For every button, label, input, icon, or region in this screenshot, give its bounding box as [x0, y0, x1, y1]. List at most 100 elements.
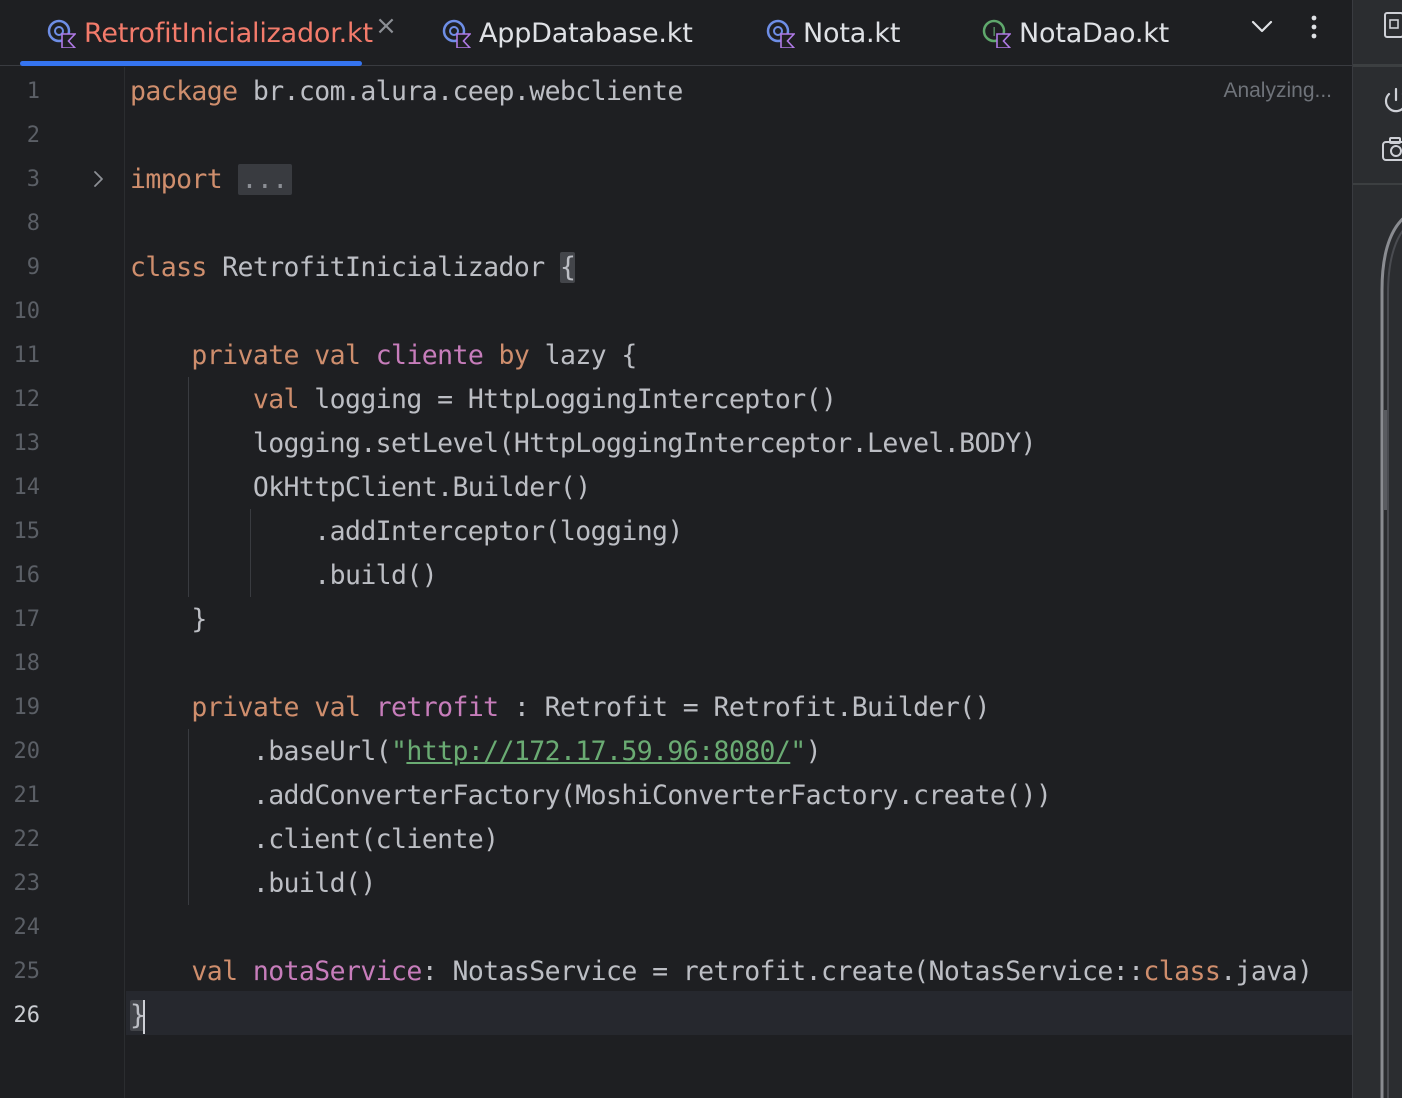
- keyword-val: val: [252, 384, 300, 415]
- power-icon[interactable]: [1379, 84, 1402, 118]
- keyword-package: package: [130, 76, 238, 107]
- line-number: 16: [13, 563, 41, 588]
- code-text: : Retrofit = Retrofit.Builder(): [498, 692, 991, 723]
- line-number: 21: [13, 783, 41, 808]
- line-number: 14: [13, 475, 41, 500]
- kotlin-file-icon: [766, 19, 795, 48]
- keyword-val: val: [314, 692, 361, 723]
- class-name: RetrofitInicializador: [206, 252, 560, 283]
- code-text: .build(): [314, 560, 438, 591]
- chevron-down-icon[interactable]: [1246, 12, 1278, 42]
- tab-label: AppDatabase.kt: [479, 17, 693, 49]
- line-number: 19: [13, 695, 41, 720]
- code-text: .addConverterFactory(MoshiConverterFacto…: [252, 780, 1052, 811]
- folded-imports[interactable]: ...: [237, 164, 292, 195]
- code-line-13: logging.setLevel(HttpLoggingInterceptor.…: [130, 422, 1037, 466]
- keyword-private: private: [191, 692, 299, 723]
- svg-text:I: I: [992, 25, 995, 39]
- kotlin-file-icon: [442, 19, 471, 48]
- line-number: 1: [26, 79, 40, 104]
- panel-divider: [1353, 64, 1402, 67]
- code-line-15: .addInterceptor(logging): [130, 510, 683, 554]
- package-name: br.com.alura.ceep.webcliente: [237, 76, 684, 107]
- code-line-23: .build(): [130, 862, 376, 906]
- line-number: 2: [26, 123, 40, 148]
- code-line-11: private val cliente by lazy {: [130, 334, 637, 378]
- code-text: OkHttpClient.Builder(): [252, 472, 591, 503]
- string-quote: ": [391, 736, 407, 767]
- line-number: 11: [13, 343, 41, 368]
- line-number-current: 26: [13, 1003, 41, 1028]
- line-number: 3: [26, 167, 40, 192]
- line-number: 17: [13, 607, 41, 632]
- line-number: 15: [13, 519, 41, 544]
- logging-declaration: logging = HttpLoggingInterceptor(): [298, 384, 837, 415]
- tab-retrofit-inicializador[interactable]: RetrofitInicializador.kt: [46, 0, 373, 66]
- keyword-class: class: [130, 252, 207, 283]
- tab-nota[interactable]: Nota.kt: [765, 0, 900, 66]
- code-line-14: OkHttpClient.Builder(): [130, 466, 591, 510]
- code-line-16: .build(): [130, 554, 437, 598]
- tab-label: Nota.kt: [803, 17, 901, 49]
- keyword-private: private: [191, 340, 299, 371]
- code-line-1: package br.com.alura.ceep.webcliente: [130, 70, 683, 114]
- line-number: 13: [13, 431, 41, 456]
- fold-arrow-icon[interactable]: [89, 167, 109, 191]
- panel-divider: [1353, 183, 1402, 185]
- tab-app-database[interactable]: AppDatabase.kt: [441, 0, 693, 66]
- kotlin-file-icon: [47, 19, 76, 48]
- code-line-12: val logging = HttpLoggingInterceptor(): [130, 378, 837, 422]
- line-number: 9: [26, 255, 40, 280]
- open-brace-highlight: {: [559, 252, 576, 283]
- code-text: .build(): [252, 868, 376, 899]
- line-number: 18: [13, 651, 41, 676]
- line-number: 20: [13, 739, 41, 764]
- current-line-highlight: [126, 991, 1352, 1035]
- camera-icon[interactable]: [1379, 132, 1402, 166]
- tab-label: RetrofitInicializador.kt: [84, 17, 373, 49]
- line-number: 24: [13, 915, 41, 940]
- code-line-9: class RetrofitInicializador {: [130, 246, 576, 290]
- keyword-import: import: [130, 164, 223, 195]
- editor-tab-bar: RetrofitInicializador.kt × AppDatabase.k…: [0, 0, 1352, 66]
- line-number: 12: [13, 387, 41, 412]
- code-line-20: .baseUrl("http://172.17.59.96:8080/"): [130, 730, 822, 774]
- line-number-gutter: 1 2 3 8 9 10 11 12 13 14 15 16 17 18 19 …: [0, 67, 125, 1098]
- close-brace: }: [191, 604, 207, 635]
- code-text: ): [805, 736, 822, 767]
- keyword-val: val: [191, 956, 238, 987]
- code-line-21: .addConverterFactory(MoshiConverterFacto…: [130, 774, 1052, 818]
- code-text: .baseUrl(: [252, 736, 392, 767]
- tab-nota-dao[interactable]: I NotaDao.kt: [981, 0, 1169, 66]
- active-tab-indicator: [20, 61, 362, 66]
- code-text: : NotasService = retrofit.create(NotasSe…: [421, 956, 1144, 987]
- code-text: .client(cliente): [252, 824, 499, 855]
- string-quote: ": [790, 736, 806, 767]
- kotlin-interface-icon: I: [982, 19, 1011, 48]
- line-number: 10: [13, 299, 41, 324]
- keyword-class: class: [1143, 956, 1221, 987]
- code-text: logging.setLevel(HttpLoggingInterceptor.…: [252, 428, 1037, 459]
- close-icon[interactable]: ×: [375, 11, 397, 41]
- code-line-3: import ...: [130, 158, 292, 202]
- code-line-22: .client(cliente): [130, 818, 499, 862]
- code-text: .java): [1220, 956, 1313, 987]
- code-line-17: }: [130, 598, 207, 642]
- text-caret: [143, 999, 146, 1034]
- code-line-25: val notaService: NotasService = retrofit…: [130, 950, 1313, 994]
- code-editor[interactable]: Analyzing... package br.com.alura.ceep.w…: [126, 67, 1352, 1098]
- code-line-26: }: [130, 994, 146, 1038]
- base-url-link[interactable]: http://172.17.59.96:8080/: [406, 736, 790, 767]
- keyword-val: val: [314, 340, 361, 371]
- keyword-by: by: [498, 340, 530, 371]
- line-number: 23: [13, 871, 41, 896]
- line-number: 22: [13, 827, 41, 852]
- property-nota-service: notaService: [252, 956, 423, 987]
- property-cliente: cliente: [375, 340, 484, 371]
- tab-label: NotaDao.kt: [1019, 17, 1170, 49]
- property-retrofit: retrofit: [375, 692, 499, 723]
- line-number: 8: [26, 211, 40, 236]
- code-line-19: private val retrofit : Retrofit = Retrof…: [130, 686, 990, 730]
- more-vertical-icon[interactable]: [1300, 8, 1328, 46]
- device-manager-icon[interactable]: [1381, 8, 1402, 42]
